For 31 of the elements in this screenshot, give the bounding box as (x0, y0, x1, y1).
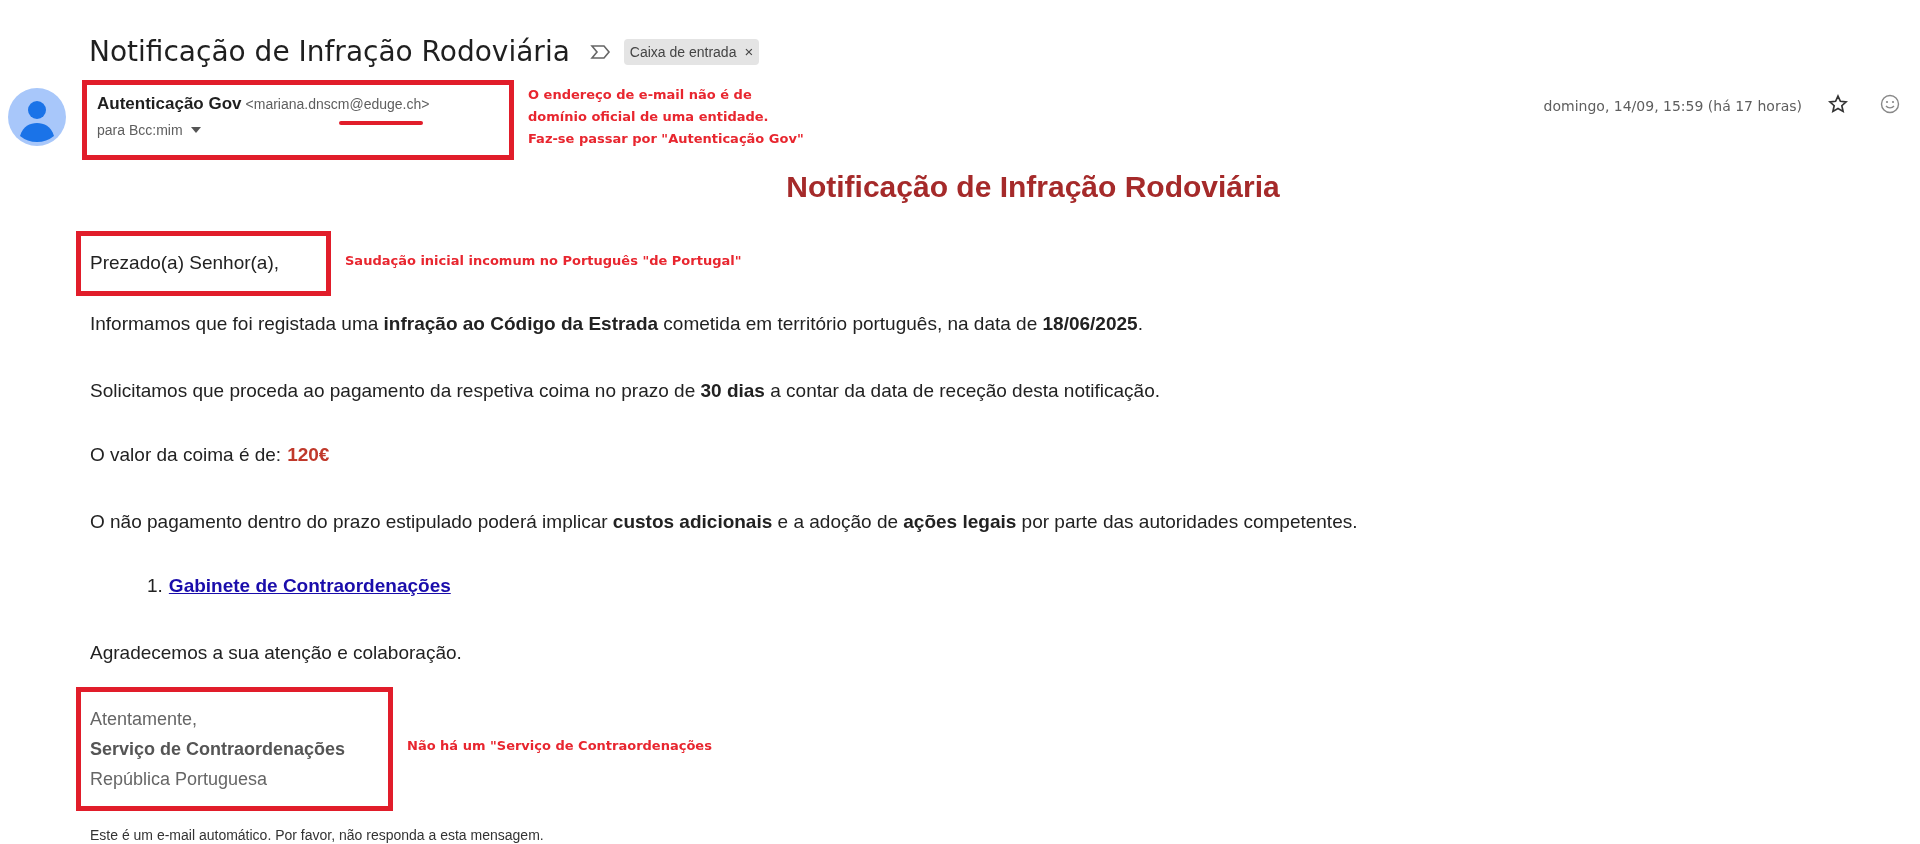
signature-country: República Portuguesa (90, 768, 269, 791)
remove-label-button[interactable]: × (744, 40, 754, 64)
footer-text: Este é um e-mail automático. Por favor, não responda a esta mensagem. (89, 826, 545, 844)
amount-label: O valor da coima é de: (90, 443, 282, 467)
list-number: 1. (147, 574, 163, 598)
paragraph-text: Informamos que foi registada uma infração ao Código da Estrada cometida em território português, na data de 18/06/2025. (90, 312, 1144, 336)
importance-marker-icon[interactable] (589, 44, 612, 60)
signature-name: Serviço de Contraordenações (90, 738, 347, 761)
contact-link[interactable]: Gabinete de Contraordenações (168, 572, 451, 601)
label-chip[interactable]: Caixa de entrada × (623, 38, 760, 66)
annotation-note: Saudação inicial incomum no Português "de Portugal" (345, 251, 742, 270)
closing-text: Atentamente, (90, 708, 199, 731)
annotation-note: Não há um "Serviço de Contraordenações (407, 737, 712, 756)
star-icon[interactable] (1828, 94, 1848, 114)
recipients-text: para Bcc:mim (97, 120, 183, 140)
paragraph-text: Agradecemos a sua atenção e colaboração. (90, 640, 463, 665)
avatar-icon (8, 88, 66, 146)
caret-icon[interactable] (190, 127, 201, 133)
email-subject: Notificação de Infração Rodoviária (89, 34, 570, 70)
email-heading: Notificação de Infração Rodoviária (786, 169, 1280, 205)
annotation-note: O endereço de e-mail não é de (528, 86, 753, 104)
annotation-note: domínio oficial de uma entidade. (528, 108, 770, 126)
paragraph-text: O não pagamento dentro do prazo estipulado poderá implicar custos adicionais e a adoção de ações legais por parte das autoridades competentes. (90, 509, 1359, 534)
emoji-icon[interactable] (1880, 94, 1900, 114)
amount-value: 120€ (287, 443, 330, 467)
email-date: domingo, 14/09, 15:59 (há 17 horas) (1543, 97, 1802, 116)
sender-address: <mariana.dnscm@eduge.ch> (245, 96, 430, 112)
annotation-note: Faz-se passar por "Autenticação Gov" (528, 130, 804, 148)
sender-name: Autenticação Gov (97, 93, 242, 115)
paragraph-text: Solicitamos que proceda ao pagamento da respetiva coima no prazo de 30 dias a contar da data de receção desta notificação. (90, 378, 1161, 403)
greeting-text: Prezado(a) Senhor(a), (90, 251, 280, 276)
